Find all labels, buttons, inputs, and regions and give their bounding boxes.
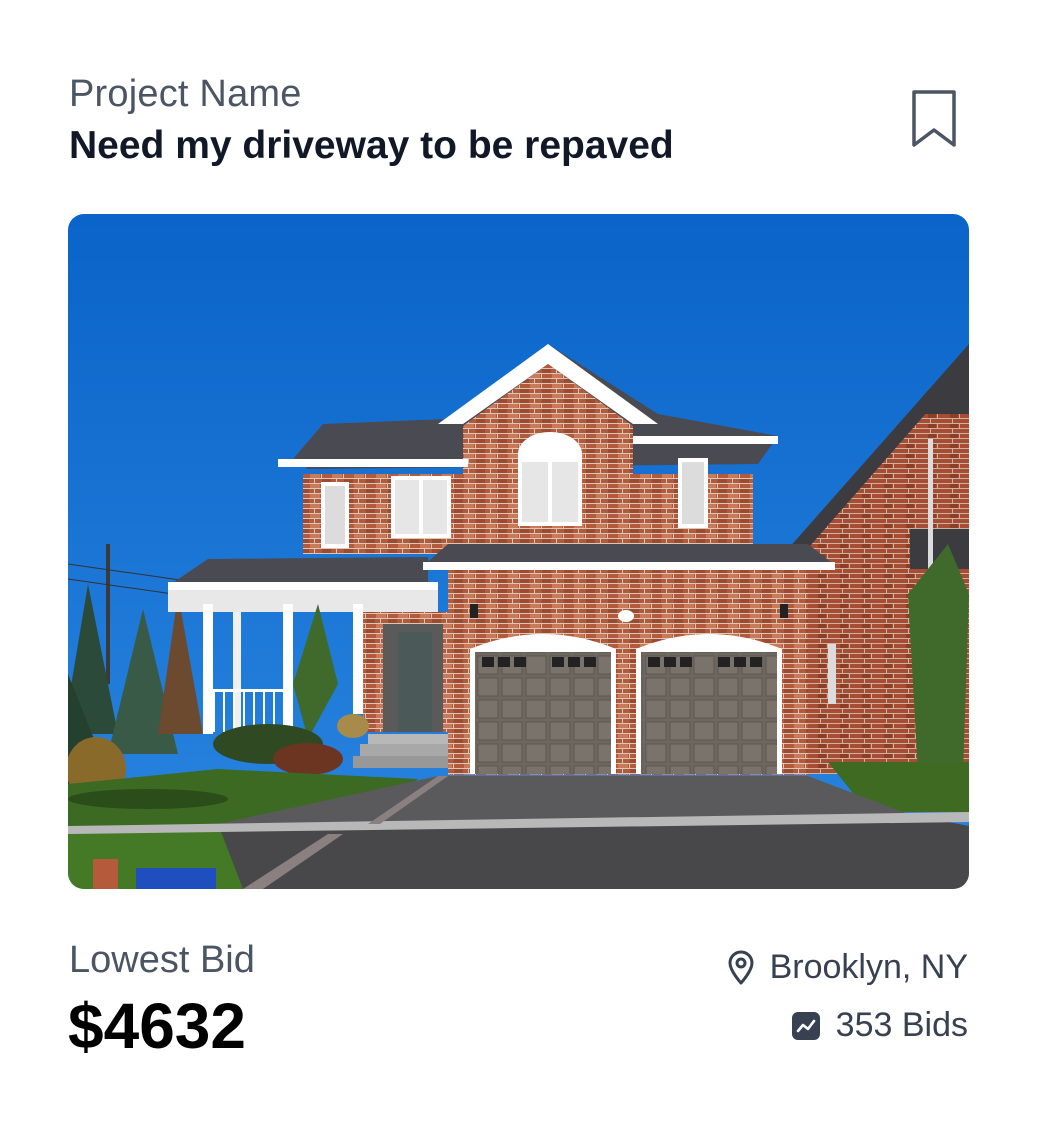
lowest-bid-amount: $4632 [68,990,246,1062]
bids-row: 353 Bids [790,1006,968,1045]
lowest-bid-label: Lowest Bid [69,939,255,981]
project-title[interactable]: Need my driveway to be repaved [69,121,674,171]
map-pin-icon [726,950,756,986]
location-row: Brooklyn, NY [726,948,968,987]
house-photo[interactable] [68,214,969,889]
bids-count: 353 Bids [835,1006,968,1044]
location-text: Brooklyn, NY [769,948,968,986]
trend-chart-icon [790,1010,822,1042]
bookmark-icon[interactable] [906,88,962,150]
project-card: Project Name Need my driveway to be repa… [0,0,1038,1132]
project-name-label: Project Name [69,73,302,115]
